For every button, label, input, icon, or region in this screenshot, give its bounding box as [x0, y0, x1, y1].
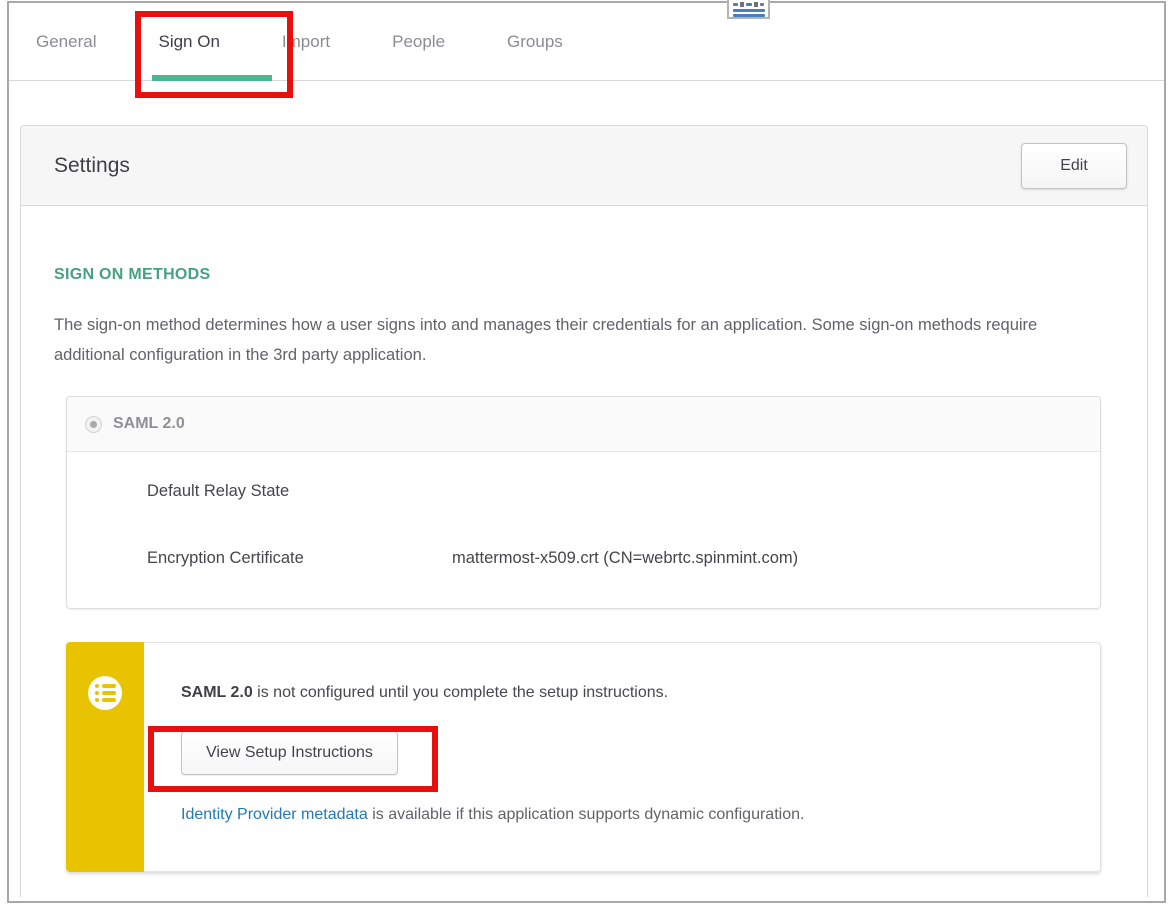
- document-icon-dash: [760, 3, 764, 6]
- active-tab-indicator: [152, 75, 272, 81]
- field-label: Default Relay State: [147, 482, 452, 501]
- settings-panel-body: SIGN ON METHODS The sign-on method deter…: [21, 206, 1147, 872]
- document-icon-square: [754, 2, 758, 7]
- field-value: mattermost-x509.crt (CN=webrtc.spinmint.…: [452, 549, 798, 568]
- view-setup-instructions-button[interactable]: View Setup Instructions: [181, 731, 398, 775]
- tab-people[interactable]: People: [392, 32, 445, 52]
- notice-message-text: is not configured until you complete the…: [253, 684, 668, 701]
- field-label: Encryption Certificate: [147, 549, 452, 568]
- saml-method-card: SAML 2.0 Default Relay State Encryption …: [66, 396, 1101, 609]
- radio-dot: [90, 421, 97, 428]
- list-icon: [88, 676, 122, 710]
- document-icon-square: [740, 2, 744, 7]
- saml-method-header: SAML 2.0: [67, 397, 1100, 452]
- notice-content: SAML 2.0 is not configured until you com…: [144, 642, 1101, 872]
- sign-on-methods-description: The sign-on method determines how a user…: [54, 310, 1106, 370]
- edit-button[interactable]: Edit: [1021, 143, 1127, 189]
- metadata-message-text: is available if this application support…: [368, 806, 805, 823]
- identity-provider-metadata-link[interactable]: Identity Provider metadata: [181, 806, 368, 823]
- field-row-default-relay-state: Default Relay State: [147, 482, 1100, 501]
- app-tab-bar: General Sign On Import People Groups: [36, 32, 563, 52]
- tab-import[interactable]: Import: [282, 32, 330, 52]
- document-icon-line: [733, 14, 765, 17]
- tab-general[interactable]: General: [36, 32, 96, 52]
- notice-message: SAML 2.0 is not configured until you com…: [181, 683, 1070, 703]
- field-row-encryption-certificate: Encryption Certificate mattermost-x509.c…: [147, 549, 1100, 568]
- notice-message-bold: SAML 2.0: [181, 684, 253, 701]
- settings-panel-header: Settings Edit: [21, 126, 1147, 206]
- settings-panel: Settings Edit SIGN ON METHODS The sign-o…: [20, 125, 1148, 897]
- metadata-message: Identity Provider metadata is available …: [181, 805, 1070, 825]
- document-icon-dash: [733, 3, 738, 6]
- page-title: Settings: [54, 154, 1021, 178]
- notice-accent-strip: [66, 642, 144, 872]
- document-icon-dash: [746, 3, 752, 6]
- sign-on-methods-heading: SIGN ON METHODS: [54, 266, 1114, 284]
- document-icon: [727, 0, 770, 19]
- saml-method-label: SAML 2.0: [113, 415, 185, 433]
- tab-sign-on[interactable]: Sign On: [158, 32, 219, 52]
- setup-notice: SAML 2.0 is not configured until you com…: [66, 642, 1101, 872]
- radio-icon[interactable]: [85, 416, 102, 433]
- tab-groups[interactable]: Groups: [507, 32, 563, 52]
- saml-method-fields: Default Relay State Encryption Certifica…: [67, 452, 1100, 608]
- document-icon-line: [733, 9, 765, 12]
